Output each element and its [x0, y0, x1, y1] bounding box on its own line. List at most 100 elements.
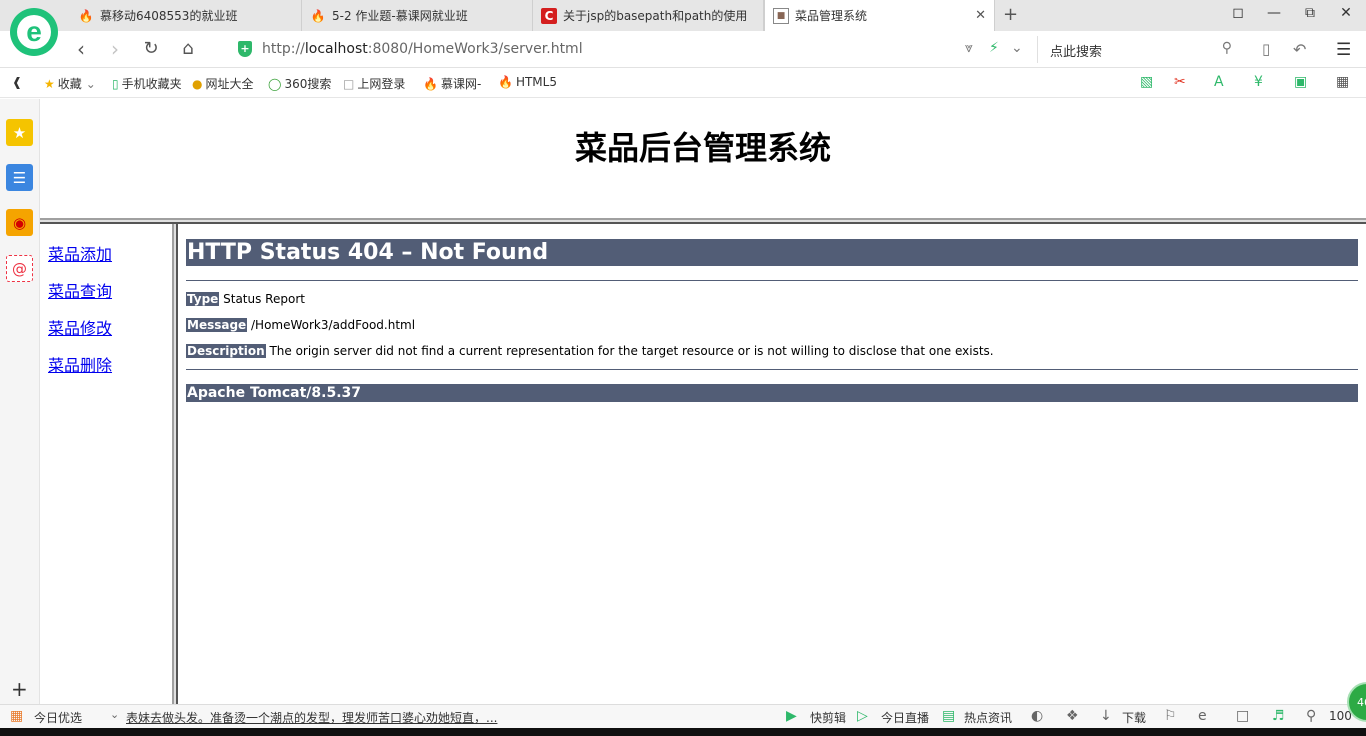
e-logo-icon: e	[17, 15, 51, 49]
today-pick[interactable]: 今日优选	[34, 709, 82, 726]
message-label: Message	[186, 318, 248, 332]
bookmark-sites[interactable]: ● 网址大全	[192, 75, 254, 92]
sound-icon[interactable]: ♬	[1272, 708, 1285, 724]
gift-icon[interactable]: ▦	[10, 708, 23, 724]
bookmarks-bar: ❰ ★ 收藏 ⌄ ▯ 手机收藏夹 ● 网址大全 ◯ 360搜索 □ 上网登录 🔥 慕课网- 🔥…	[0, 68, 1366, 98]
quick-cut-button[interactable]: 快剪辑	[810, 709, 846, 726]
back-button[interactable]: ‹	[70, 38, 92, 60]
news-icon[interactable]: ▤	[942, 708, 955, 724]
new-tab-button[interactable]: +	[1003, 4, 1018, 25]
gamepad-icon[interactable]: ▣	[1294, 74, 1307, 90]
tab-2[interactable]: 🔥 5-2 作业题-慕课网就业班	[302, 0, 533, 31]
speed-icon[interactable]: ◐	[1031, 708, 1043, 724]
flame-icon: 🔥	[498, 75, 513, 89]
bookmark-html5[interactable]: 🔥 HTML5	[498, 75, 557, 89]
apps-grid-icon[interactable]: ▦	[1336, 74, 1349, 90]
chevron-down-icon[interactable]: ⌄	[110, 708, 119, 721]
add-sidebar-button[interactable]: +	[11, 677, 28, 701]
error-message-line: Message /HomeWork3/addFood.html	[186, 317, 1358, 333]
type-label: Type	[186, 292, 220, 306]
lightning-icon[interactable]: ⚡	[989, 40, 999, 56]
news-ticker[interactable]: 表妹去做头发。准备烫一个潮点的发型，理发师苦口婆心劝她短直，...	[126, 709, 497, 726]
window-icon[interactable]: □	[1236, 708, 1249, 724]
minimize-button[interactable]: —	[1264, 5, 1284, 21]
divider	[186, 280, 1358, 281]
tab-bar: 🔥 慕移动6408553的就业班 🔥 5-2 作业题-慕课网就业班 C 关于js…	[0, 0, 1366, 31]
undo-icon[interactable]: ↶	[1293, 40, 1306, 59]
play-square-icon[interactable]: ▶	[786, 708, 797, 724]
flag-icon[interactable]: ⚐	[1164, 708, 1177, 724]
refresh-button[interactable]: ↻	[140, 38, 162, 60]
close-window-button[interactable]: ✕	[1336, 5, 1356, 21]
tab-4-active[interactable]: ■ 菜品管理系统 ✕	[764, 0, 995, 31]
divider	[186, 369, 1358, 370]
search-box[interactable]: 点此搜索 ⚲	[1037, 36, 1244, 63]
phone-icon[interactable]: ▯	[1262, 40, 1270, 58]
globe-icon: ●	[192, 76, 203, 91]
tab-1[interactable]: 🔥 慕移动6408553的就业班	[70, 0, 302, 31]
favorites-star-icon[interactable]: ★	[6, 119, 33, 146]
home-button[interactable]: ⌂	[177, 38, 199, 60]
restore-button[interactable]: ⧉	[1300, 5, 1320, 21]
flame-icon: 🔥	[78, 8, 94, 23]
share-icon[interactable]: ⩔	[965, 40, 973, 56]
scissors-icon[interactable]: ✂	[1174, 74, 1186, 90]
type-value: Status Report	[219, 292, 305, 306]
taskbar	[0, 728, 1366, 736]
description-label: Description	[186, 344, 266, 358]
translate-icon[interactable]: A	[1214, 74, 1224, 90]
error-type-line: Type Status Report	[186, 291, 1358, 307]
address-bar: ‹ › ↻ ⌂ + http://localhost:8080/HomeWork…	[0, 31, 1366, 68]
nav-link-delete-food[interactable]: 菜品删除	[48, 352, 112, 376]
page-title: 菜品后台管理系统	[574, 129, 831, 167]
reading-list-icon[interactable]: ☰	[6, 164, 33, 191]
page-icon: ■	[773, 7, 789, 24]
bookmark-mobile[interactable]: ▯ 手机收藏夹	[112, 75, 182, 92]
forward-button[interactable]: ›	[104, 38, 126, 60]
security-shield-icon[interactable]: +	[238, 41, 252, 57]
download-icon[interactable]: ↓	[1100, 708, 1112, 724]
tab-3[interactable]: C 关于jsp的basepath和path的使用	[533, 0, 764, 31]
browser-logo[interactable]: e	[10, 8, 58, 56]
download-button[interactable]: 下载	[1122, 709, 1146, 726]
tab-title: 关于jsp的basepath和path的使用	[563, 9, 748, 23]
menu-icon[interactable]: ☰	[1336, 40, 1351, 60]
frame-divider-vertical[interactable]	[172, 224, 178, 704]
bookmark-favorites[interactable]: ★ 收藏 ⌄	[44, 75, 96, 92]
tab-title: 菜品管理系统	[795, 9, 868, 23]
phone-icon: ▯	[112, 76, 119, 91]
shirt-icon[interactable]: ◻	[1228, 5, 1248, 21]
description-value: The origin server did not find a current…	[265, 344, 994, 358]
message-value: /HomeWork3/addFood.html	[247, 318, 416, 332]
sidebar-toggle-icon[interactable]: ❰	[12, 75, 22, 89]
chevron-down-icon: ⌄	[85, 76, 96, 91]
nav-link-edit-food[interactable]: 菜品修改	[48, 315, 112, 339]
shield-yen-icon[interactable]: ¥	[1254, 74, 1263, 90]
close-icon[interactable]: ✕	[975, 8, 986, 23]
chevron-down-icon[interactable]: ⌄	[1011, 40, 1023, 56]
search-icon[interactable]: ⚲	[1222, 40, 1232, 56]
error-description-line: Description The origin server did not fi…	[186, 343, 1358, 359]
frame-divider-horizontal[interactable]	[40, 218, 1366, 224]
page-content: 菜品后台管理系统 菜品添加 菜品查询 菜品修改 菜品删除 HTTP Status…	[40, 99, 1366, 704]
bookmark-imooc[interactable]: 🔥 慕课网-	[423, 75, 481, 92]
hot-news-button[interactable]: 热点资讯	[964, 709, 1012, 726]
url-field[interactable]: http://localhost:8080/HomeWork3/server.h…	[262, 41, 583, 57]
pin-icon[interactable]: ❖	[1066, 708, 1079, 724]
nav-link-add-food[interactable]: 菜品添加	[48, 241, 112, 265]
bookmark-360[interactable]: ◯ 360搜索	[268, 75, 331, 92]
weibo-icon[interactable]: ◉	[6, 209, 33, 236]
bookmark-login[interactable]: □ 上网登录	[343, 75, 405, 92]
play-circle-icon[interactable]: ▷	[857, 708, 868, 724]
server-footer: Apache Tomcat/8.5.37	[186, 384, 1358, 402]
book-icon[interactable]: ▧	[1140, 74, 1153, 90]
ie-icon[interactable]: e	[1198, 708, 1207, 724]
error-frame: HTTP Status 404 – Not Found Type Status …	[186, 239, 1358, 402]
zoom-icon[interactable]: ⚲	[1306, 708, 1316, 724]
live-button[interactable]: 今日直播	[881, 709, 929, 726]
doc-icon: □	[343, 76, 355, 91]
search-input[interactable]: 点此搜索	[1050, 41, 1102, 60]
mail-icon[interactable]: @	[6, 255, 33, 282]
browser-sidebar: ★ ☰ ◉ @ +	[0, 99, 40, 704]
nav-link-query-food[interactable]: 菜品查询	[48, 278, 112, 302]
